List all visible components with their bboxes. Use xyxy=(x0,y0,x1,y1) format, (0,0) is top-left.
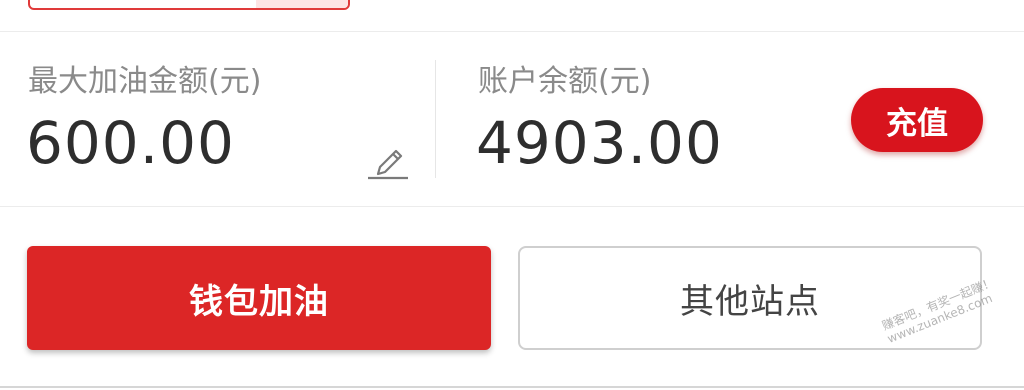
bottom-divider xyxy=(0,386,1024,388)
wallet-refuel-button[interactable]: 钱包加油 xyxy=(27,246,491,350)
balance-value: 4903.00 xyxy=(476,109,723,177)
vertical-divider xyxy=(435,60,436,178)
top-control-selected-segment[interactable] xyxy=(256,0,348,8)
pencil-icon[interactable] xyxy=(366,140,410,180)
recharge-button[interactable]: 充值 xyxy=(851,88,983,152)
max-amount-label: 最大加油金额(元) xyxy=(28,64,262,99)
middle-divider xyxy=(0,206,1024,207)
top-segmented-control[interactable] xyxy=(28,0,350,10)
top-divider xyxy=(0,31,1024,32)
max-amount-value: 600.00 xyxy=(26,109,235,177)
balance-label: 账户余额(元) xyxy=(478,64,652,99)
fuel-payment-panel: 最大加油金额(元) 600.00 账户余额(元) 4903.00 充值 钱包加油… xyxy=(0,0,1024,390)
